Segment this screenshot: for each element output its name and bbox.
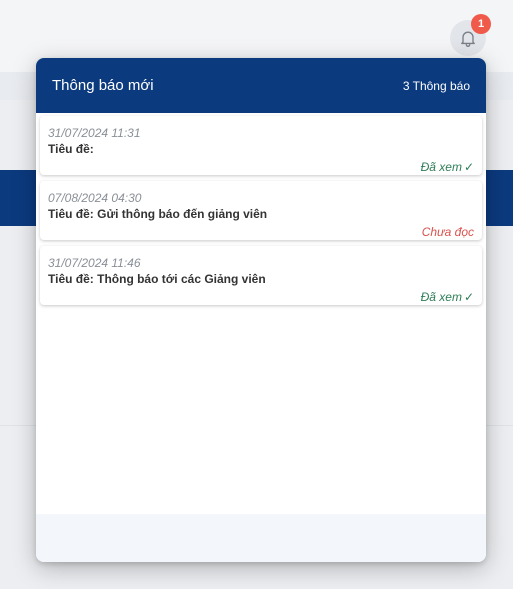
notification-popup: Thông báo mới 3 Thông báo 31/07/2024 11:… <box>36 58 486 562</box>
notification-date: 31/07/2024 11:31 <box>48 126 141 140</box>
check-icon: ✓ <box>463 160 474 174</box>
notification-status: Đã xem ✓ <box>421 290 474 304</box>
notification-status: Chưa đọc <box>422 225 474 239</box>
popup-footer <box>36 514 486 562</box>
status-label: Đã xem <box>420 290 462 304</box>
notification-date: 31/07/2024 11:46 <box>48 256 141 270</box>
popup-header: Thông báo mới 3 Thông báo <box>36 58 486 113</box>
notification-item[interactable]: 31/07/2024 11:31 Tiêu đề: Đã xem ✓ <box>40 116 482 175</box>
notification-status: Đã xem ✓ <box>421 160 474 174</box>
check-icon: ✓ <box>463 290 474 304</box>
notification-list: 31/07/2024 11:31 Tiêu đề: Đã xem ✓ 07/08/… <box>40 116 482 311</box>
notification-title: Tiêu đề: Gửi thông báo đến giảng viên <box>48 207 268 221</box>
status-label: Chưa đọc <box>421 225 474 239</box>
notification-date: 07/08/2024 04:30 <box>48 191 142 205</box>
notification-item[interactable]: 07/08/2024 04:30 Tiêu đề: Gửi thông báo … <box>40 181 482 240</box>
notification-item[interactable]: 31/07/2024 11:46 Tiêu đề: Thông báo tới … <box>40 246 482 305</box>
notification-title: Tiêu đề: Thông báo tới các Giảng viên <box>48 272 266 286</box>
notification-title: Tiêu đề: <box>48 142 94 156</box>
status-label: Đã xem <box>420 160 462 174</box>
notification-badge: 1 <box>471 14 491 34</box>
popup-title: Thông báo mới <box>52 77 154 94</box>
notification-count: 3 Thông báo <box>402 78 470 93</box>
